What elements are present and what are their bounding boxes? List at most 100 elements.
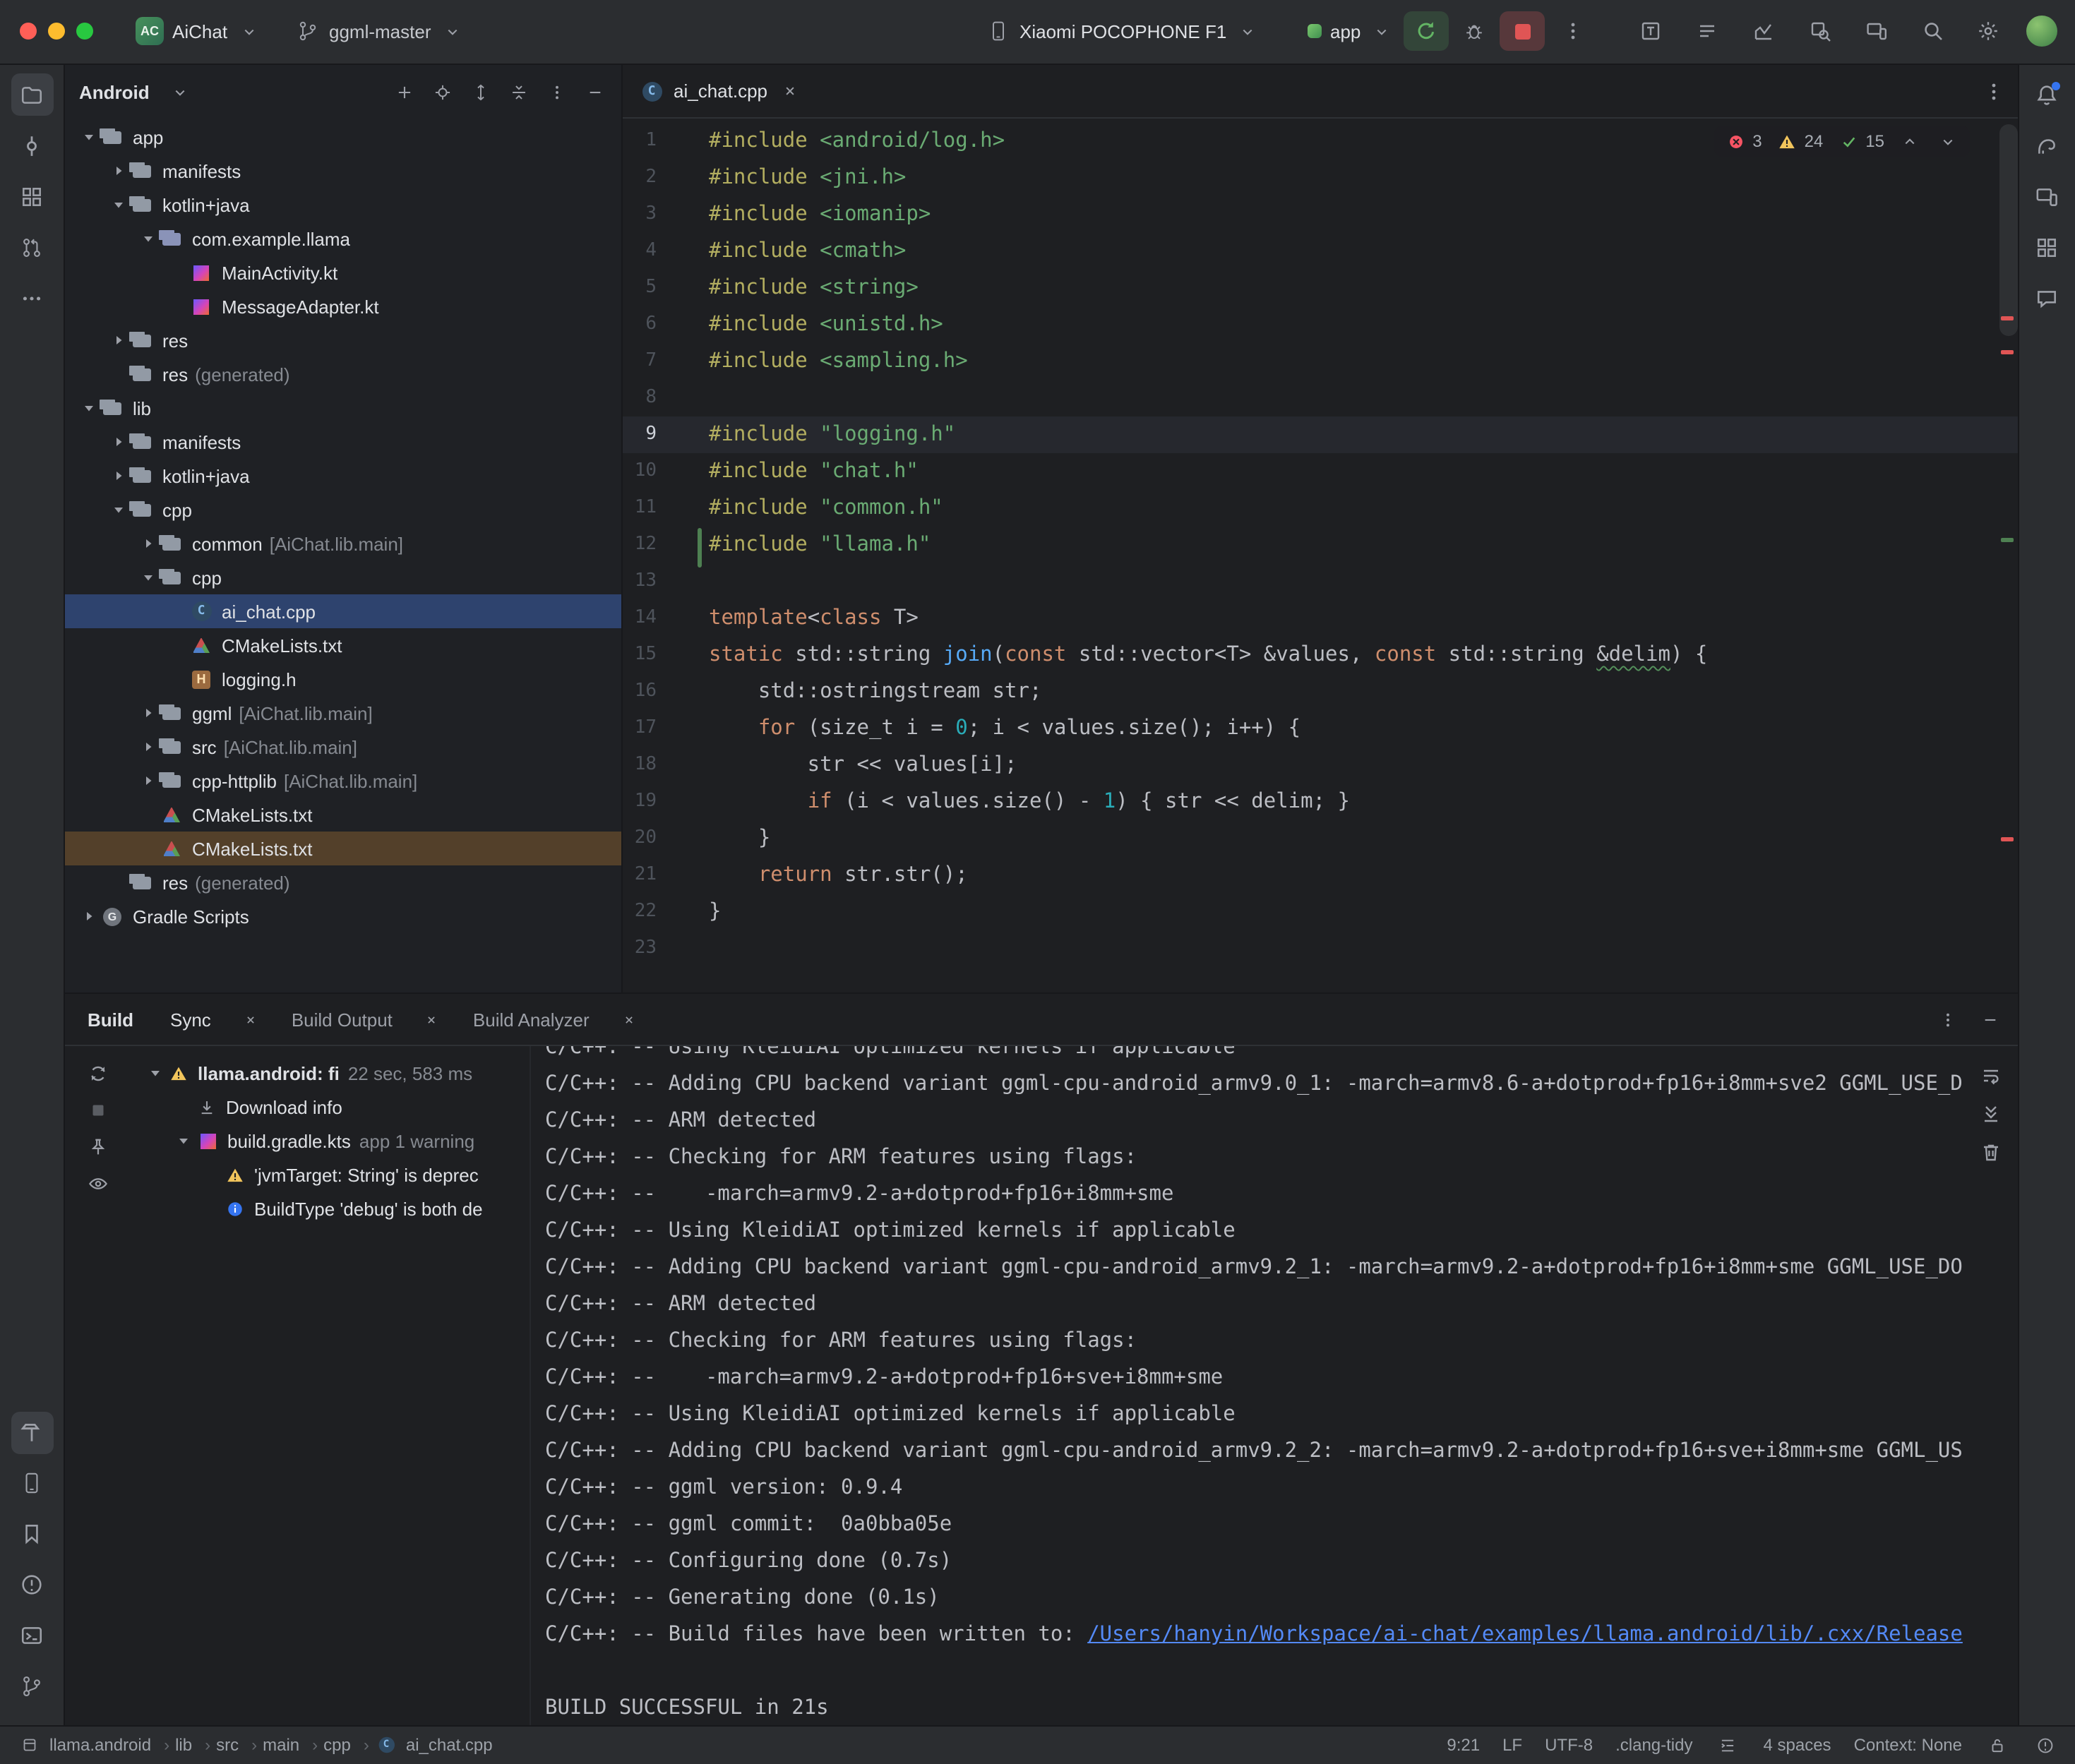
device-selector[interactable]: Xiaomi POCOPHONE F1 (977, 10, 1269, 52)
search-everywhere-button[interactable] (1910, 11, 1956, 51)
chevron-right-icon[interactable] (106, 433, 130, 450)
tree-item-cpp[interactable]: cpp (65, 560, 621, 594)
debug-button[interactable] (1452, 11, 1497, 51)
code-line-11[interactable]: 11#include "common.h" (623, 490, 2017, 527)
logcat-button[interactable] (1685, 11, 1730, 51)
build-tree-item-download-info[interactable]: Download info (130, 1090, 530, 1124)
tree-item-ggml[interactable]: ggml[AiChat.lib.main] (65, 696, 621, 730)
editor-options-icon[interactable] (1980, 79, 2006, 104)
minimize-window-button[interactable] (48, 23, 65, 40)
locate-file-icon[interactable] (429, 80, 455, 105)
device-mirror-button[interactable] (1854, 11, 1899, 51)
code-line-23[interactable]: 23 (623, 930, 2017, 967)
code-line-2[interactable]: 2#include <jni.h> (623, 160, 2017, 196)
tree-item-cmakelists-txt[interactable]: CMakeLists.txt (65, 628, 621, 662)
chevron-down-icon[interactable] (106, 196, 130, 213)
chevron-right-icon[interactable] (106, 332, 130, 349)
indent-style[interactable]: 4 spaces (1764, 1735, 1831, 1755)
problems-tool-button[interactable] (11, 1564, 53, 1606)
tree-item-res[interactable]: res(generated) (65, 357, 621, 391)
scroll-to-end-icon[interactable] (1978, 1101, 2003, 1127)
code-line-18[interactable]: 18 str << values[i]; (623, 747, 2017, 784)
close-tab-icon[interactable] (777, 78, 803, 104)
change-stripe-mark[interactable] (2000, 538, 2013, 542)
more-run-options-button[interactable] (1550, 11, 1596, 51)
filter-view-icon[interactable] (85, 1170, 110, 1196)
run-button[interactable] (1404, 11, 1449, 51)
commit-tool-button[interactable] (11, 124, 53, 167)
terminal-tool-button[interactable] (11, 1614, 53, 1657)
close-window-button[interactable] (20, 23, 37, 40)
error-stripe-mark[interactable] (2000, 350, 2013, 354)
close-tab-icon[interactable] (238, 1007, 263, 1032)
chevron-right-icon[interactable] (136, 738, 160, 755)
build-tree-item-build-gradle-kts[interactable]: build.gradle.ktsapp 1 warning (130, 1124, 530, 1158)
breadcrumb-main[interactable]: main› (263, 1735, 318, 1755)
breadcrumb-cpp[interactable]: cpp› (323, 1735, 369, 1755)
caret-position[interactable]: 9:21 (1447, 1735, 1480, 1755)
version-control-tool-button[interactable] (11, 1665, 53, 1708)
tree-item-ai-chat-cpp[interactable]: ai_chat.cpp (65, 594, 621, 628)
tree-item-cpp[interactable]: cpp (65, 493, 621, 527)
profile-avatar[interactable] (2019, 11, 2064, 51)
inspections-widget[interactable]: 3 24 15 (1714, 126, 1969, 157)
build-console[interactable]: C/C++: -- Using KleidiAI optimized kerne… (531, 1046, 1963, 1724)
chevron-down-icon[interactable] (136, 230, 160, 247)
error-stripe-mark[interactable] (2000, 316, 2013, 320)
code-line-6[interactable]: 6#include <unistd.h> (623, 306, 2017, 343)
context-widget[interactable]: Context: None (1854, 1735, 1962, 1755)
code-line-19[interactable]: 19 if (i < values.size() - 1) { str << d… (623, 784, 2017, 820)
next-issue-icon[interactable] (1935, 128, 1961, 154)
code-line-17[interactable]: 17 for (size_t i = 0; i < values.size();… (623, 710, 2017, 747)
pull-requests-tool-button[interactable] (11, 226, 53, 268)
chevron-down-icon[interactable] (106, 501, 130, 518)
build-tool-button[interactable] (11, 1411, 53, 1453)
breadcrumb-src[interactable]: src› (216, 1735, 257, 1755)
code-line-4[interactable]: 4#include <cmath> (623, 233, 2017, 270)
indent-config-icon[interactable] (1716, 1732, 1741, 1758)
code-line-10[interactable]: 10#include "chat.h" (623, 453, 2017, 490)
sync-icon[interactable] (85, 1060, 110, 1086)
tree-item-kotlin-java[interactable]: kotlin+java (65, 459, 621, 493)
chevron-down-icon[interactable] (136, 569, 160, 586)
tree-item-mainactivity-kt[interactable]: MainActivity.kt (65, 256, 621, 289)
chevron-down-icon[interactable] (168, 80, 193, 105)
code-line-22[interactable]: 22} (623, 894, 2017, 930)
code-line-15[interactable]: 15static std::string join(const std::vec… (623, 637, 2017, 673)
chevron-right-icon[interactable] (136, 704, 160, 721)
structure-tool-button[interactable] (11, 175, 53, 217)
error-stripe-mark[interactable] (2000, 837, 2013, 841)
run-configuration-selector[interactable]: app (1299, 10, 1403, 52)
collapse-all-icon[interactable] (506, 80, 531, 105)
app-inspection-button[interactable] (1798, 11, 1843, 51)
tree-item-kotlin-java[interactable]: kotlin+java (65, 188, 621, 222)
code-line-16[interactable]: 16 std::ostringstream str; (623, 673, 2017, 710)
tree-item-messageadapter-kt[interactable]: MessageAdapter.kt (65, 289, 621, 323)
assistant-tool-button[interactable] (2026, 277, 2068, 319)
vcs-branch-selector[interactable]: ggml-master (287, 10, 474, 52)
settings-button[interactable] (1966, 11, 2011, 51)
build-tab-build-output[interactable]: Build Output (277, 994, 459, 1045)
code-line-20[interactable]: 20 } (623, 820, 2017, 857)
build-output-path-link[interactable]: /Users/hanyin/Workspace/ai-chat/examples… (1087, 1624, 1963, 1646)
tree-item-manifests[interactable]: manifests (65, 154, 621, 188)
minimize-panel-icon[interactable] (1978, 1007, 2003, 1032)
chevron-down-icon[interactable] (172, 1132, 193, 1149)
chevron-down-icon[interactable] (144, 1064, 165, 1081)
hide-panel-icon[interactable] (582, 80, 607, 105)
close-tab-icon[interactable] (616, 1007, 642, 1032)
expand-all-icon[interactable] (467, 80, 493, 105)
build-tree-item-jvmtarget-string-is-deprec[interactable]: 'jvmTarget: String' is deprec (130, 1158, 530, 1192)
code-line-3[interactable]: 3#include <iomanip> (623, 196, 2017, 233)
passed-count-widget[interactable]: 15 (1836, 128, 1884, 154)
panel-options-icon[interactable] (544, 80, 569, 105)
build-options-icon[interactable] (1935, 1007, 1961, 1032)
editor-tab-ai-chat-cpp[interactable]: ai_chat.cpp (623, 66, 820, 116)
tree-item-lib[interactable]: lib (65, 391, 621, 425)
pin-icon[interactable] (85, 1134, 110, 1159)
project-tool-button[interactable] (11, 73, 53, 116)
more-tool-windows-button[interactable] (11, 277, 53, 319)
line-separator[interactable]: LF (1502, 1735, 1522, 1755)
build-tab-sync[interactable]: Sync (156, 994, 277, 1045)
soft-wrap-icon[interactable] (1978, 1063, 2003, 1088)
